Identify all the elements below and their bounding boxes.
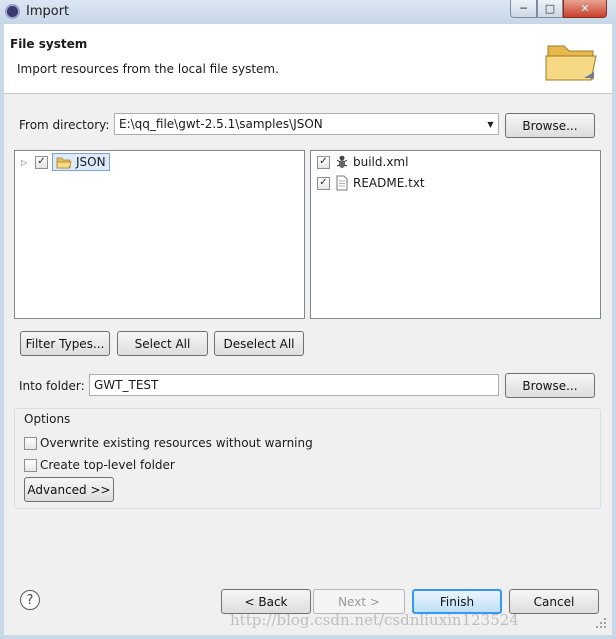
file-checkbox[interactable]: ✓ xyxy=(317,155,330,169)
overwrite-checkbox[interactable] xyxy=(24,436,37,450)
help-icon[interactable]: ? xyxy=(20,590,40,610)
cancel-button[interactable]: Cancel xyxy=(509,589,599,614)
close-button[interactable]: ✕ xyxy=(563,0,607,18)
overwrite-label: Overwrite existing resources without war… xyxy=(40,436,313,450)
watermark-text: http://blog.csdn.net/csdnliuxin123524 xyxy=(230,611,519,629)
minimize-button[interactable]: ─ xyxy=(510,0,537,18)
eclipse-app-icon xyxy=(5,4,20,19)
tree-item-checkbox[interactable]: ✓ xyxy=(35,155,48,169)
folder-open-icon xyxy=(56,157,72,168)
ant-file-icon xyxy=(336,155,348,168)
folder-banner-icon xyxy=(545,45,597,81)
chevron-down-icon[interactable]: ▼ xyxy=(482,113,499,135)
options-title: Options xyxy=(24,412,71,426)
header-description: Import resources from the local file sys… xyxy=(17,62,279,76)
file-label: build.xml xyxy=(353,155,409,169)
tree-item[interactable]: ▷ ✓ JSON xyxy=(21,152,110,172)
dialog-body: File system Import resources from the lo… xyxy=(4,24,612,635)
from-directory-label: From directory: xyxy=(19,118,110,132)
list-item[interactable]: ✓ build.xml xyxy=(317,152,408,172)
resize-grip-icon[interactable] xyxy=(592,614,608,630)
into-folder-input[interactable]: GWT_TEST xyxy=(89,374,499,396)
overwrite-option[interactable]: Overwrite existing resources without war… xyxy=(24,433,313,453)
text-file-icon xyxy=(336,175,348,191)
folder-tree[interactable]: ▷ ✓ JSON xyxy=(14,150,305,319)
advanced-button[interactable]: Advanced >> xyxy=(24,477,114,502)
from-directory-combo[interactable]: E:\qq_file\gwt-2.5.1\samples\JSON xyxy=(114,113,499,135)
maximize-button[interactable]: □ xyxy=(537,0,563,18)
expand-arrow-icon[interactable]: ▷ xyxy=(21,158,35,167)
wizard-header: File system Import resources from the lo… xyxy=(4,24,612,94)
options-group: Options Overwrite existing resources wit… xyxy=(14,408,601,509)
file-checkbox[interactable]: ✓ xyxy=(317,176,330,190)
tree-item-label: JSON xyxy=(76,155,106,169)
deselect-all-button[interactable]: Deselect All xyxy=(214,331,304,356)
window-title: Import xyxy=(26,4,70,19)
into-folder-label: Into folder: xyxy=(19,379,85,393)
file-label: README.txt xyxy=(353,176,425,190)
file-list[interactable]: ✓ build.xml ✓ README.txt xyxy=(310,150,601,319)
browse-directory-button[interactable]: Browse... xyxy=(505,113,595,138)
select-all-button[interactable]: Select All xyxy=(117,331,208,356)
list-item[interactable]: ✓ README.txt xyxy=(317,173,425,193)
filter-types-button[interactable]: Filter Types... xyxy=(20,331,110,356)
top-level-option[interactable]: Create top-level folder xyxy=(24,455,175,475)
header-title: File system xyxy=(10,37,88,51)
top-level-label: Create top-level folder xyxy=(40,458,175,472)
browse-folder-button[interactable]: Browse... xyxy=(505,373,595,398)
top-level-checkbox[interactable] xyxy=(24,458,37,472)
